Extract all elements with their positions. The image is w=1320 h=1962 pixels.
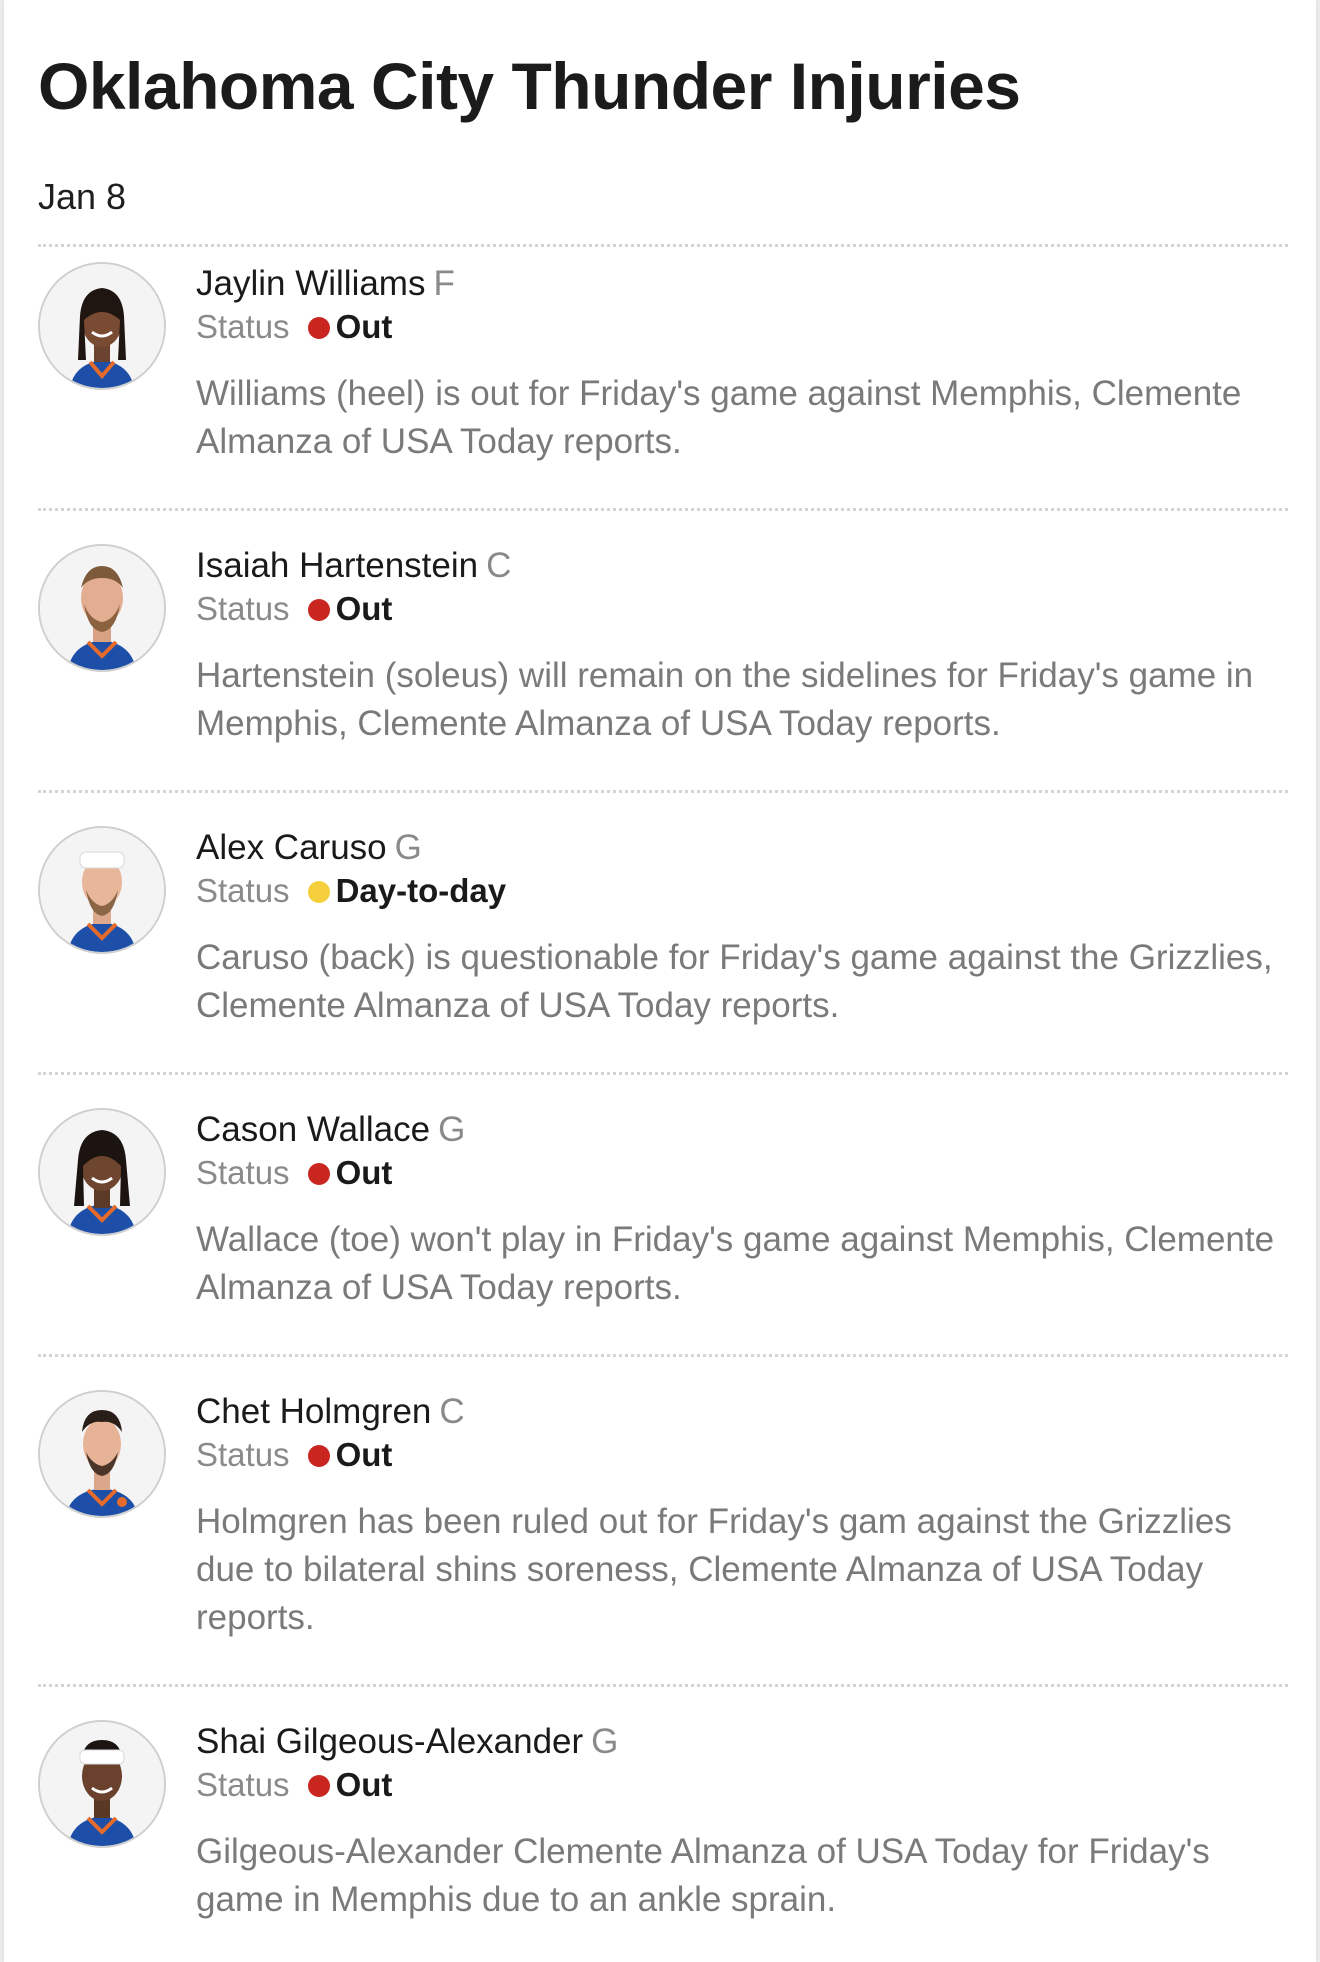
status-label: Status <box>196 308 290 345</box>
player-headshot-icon[interactable] <box>38 1720 166 1848</box>
status-dot-icon <box>307 1163 330 1185</box>
injury-note: Caruso (back) is questionable for Friday… <box>196 938 1273 1025</box>
player-position: G <box>591 1722 619 1761</box>
divider <box>38 508 1288 511</box>
status-label: Status <box>196 1436 290 1473</box>
player-name[interactable]: Chet Holmgren <box>196 1392 431 1431</box>
status-dot-icon <box>307 881 330 903</box>
player-position: G <box>394 828 422 867</box>
status-label: Status <box>196 590 290 627</box>
player-headshot-icon[interactable] <box>38 826 166 954</box>
divider <box>38 244 1288 247</box>
status-label: Status <box>196 1154 290 1191</box>
player-headshot-icon[interactable] <box>38 1108 166 1236</box>
player-name[interactable]: Alex Caruso <box>196 828 387 867</box>
injury-note: Wallace (toe) won't play in Friday's gam… <box>196 1220 1275 1307</box>
page-title: Oklahoma City Thunder Injuries <box>38 49 1021 123</box>
status-dot-icon <box>307 1775 330 1797</box>
status-dot-icon <box>307 599 330 621</box>
player-position: C <box>439 1392 465 1431</box>
player-position: C <box>486 546 512 585</box>
status-label: Status <box>196 1766 290 1803</box>
status-dot-icon <box>307 1445 330 1467</box>
status-value: Out <box>335 590 393 627</box>
player-name[interactable]: Jaylin Williams <box>196 264 425 303</box>
player-position: F <box>433 264 455 303</box>
player-headshot-icon[interactable] <box>38 544 166 672</box>
injury-note: Williams (heel) is out for Friday's game… <box>196 374 1242 461</box>
report-date: Jan 8 <box>38 176 127 217</box>
player-name[interactable]: Isaiah Hartenstein <box>196 546 478 585</box>
injury-card: Oklahoma City Thunder Injuries Jan 8 Jay… <box>4 0 1316 1962</box>
divider <box>38 1354 1288 1357</box>
divider <box>38 790 1288 793</box>
status-value: Out <box>335 1154 393 1191</box>
status-dot-icon <box>307 317 330 339</box>
status-value: Out <box>335 1436 393 1473</box>
divider <box>38 1684 1288 1687</box>
player-name[interactable]: Shai Gilgeous-Alexander <box>196 1722 583 1761</box>
status-label: Status <box>196 872 290 909</box>
player-headshot-icon[interactable] <box>38 262 166 390</box>
divider <box>38 1072 1288 1075</box>
injury-note: Holmgren has been ruled out for Friday's… <box>196 1502 1232 1637</box>
status-value: Out <box>335 308 393 345</box>
status-value: Out <box>335 1766 393 1803</box>
injury-note: Hartenstein (soleus) will remain on the … <box>196 656 1254 743</box>
player-headshot-icon[interactable] <box>38 1390 166 1518</box>
status-value: Day-to-day <box>335 872 507 909</box>
player-position: G <box>438 1110 466 1149</box>
player-name[interactable]: Cason Wallace <box>196 1110 430 1149</box>
injury-note: Gilgeous-Alexander Clemente Almanza of U… <box>196 1832 1210 1919</box>
